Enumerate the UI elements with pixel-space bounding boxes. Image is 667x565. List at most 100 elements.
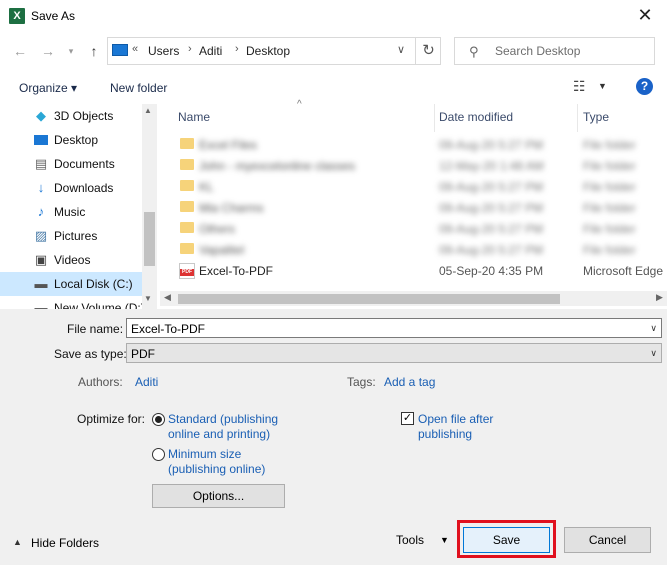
options-button[interactable]: Options... — [152, 484, 285, 508]
chevron-down-icon[interactable]: ∨ — [650, 323, 657, 334]
optimize-standard-label-line2[interactable]: online and printing) — [168, 427, 270, 441]
nav-scrollbar-thumb[interactable] — [144, 212, 155, 266]
file-row[interactable]: KL 09-Aug-20 5:27 PM File folder — [172, 177, 667, 197]
view-options-icon[interactable]: ☷ — [573, 78, 586, 95]
documents-icon: ▤ — [34, 156, 48, 171]
nav-item-label: Music — [54, 205, 86, 219]
organize-menu[interactable]: Organize ▾ — [19, 81, 77, 95]
breadcrumb-aditi[interactable]: Aditi — [199, 44, 222, 58]
column-header-name[interactable]: Name — [178, 110, 210, 124]
nav-item-new-volume-d[interactable]: ▬ New Volume (D:) — [0, 296, 145, 309]
optimize-minimum-label-line2[interactable]: (publishing online) — [168, 462, 265, 476]
nav-item-label: Documents — [54, 157, 115, 171]
nav-item-label: Videos — [54, 253, 91, 267]
folder-icon — [180, 159, 194, 170]
file-date: 09-Aug-20 5:27 PM — [439, 180, 544, 194]
file-name: KL — [199, 180, 214, 194]
column-header-date[interactable]: Date modified — [439, 110, 513, 124]
file-name: Excel Files — [199, 138, 258, 152]
refresh-icon[interactable]: ↻ — [415, 38, 441, 64]
column-divider[interactable] — [434, 104, 435, 132]
authors-label: Authors: — [78, 375, 123, 389]
up-arrow-icon[interactable]: ↑ — [84, 41, 104, 61]
scroll-left-arrow-icon[interactable]: ◀ — [164, 292, 171, 303]
nav-item-local-disk-c[interactable]: ▬ Local Disk (C:) — [0, 272, 142, 296]
nav-item-label: Downloads — [54, 181, 114, 195]
back-arrow-icon[interactable]: ← — [10, 41, 30, 61]
downloads-icon: ↓ — [37, 180, 45, 195]
close-button[interactable]: ✕ — [630, 4, 660, 28]
nav-item-desktop[interactable]: Desktop — [0, 128, 142, 152]
chevron-up-icon[interactable]: ▲ — [13, 537, 22, 547]
column-header-type[interactable]: Type — [583, 110, 609, 124]
excel-icon: X — [9, 8, 25, 24]
file-row[interactable]: Excel Files 09-Aug-20 5:27 PM File folde… — [172, 135, 667, 155]
breadcrumb-users[interactable]: Users — [148, 44, 179, 58]
file-row[interactable]: John - myexcelonline classes 12-May-20 1… — [172, 156, 667, 176]
breadcrumb-overflow[interactable]: « — [132, 43, 138, 55]
authors-value[interactable]: Aditi — [135, 375, 158, 389]
optimize-minimum-radio[interactable] — [152, 448, 165, 461]
file-date: 09-Aug-20 5:27 PM — [439, 201, 544, 215]
chevron-down-icon[interactable]: ∨ — [650, 348, 657, 359]
scroll-up-arrow-icon[interactable]: ▲ — [144, 106, 152, 115]
nav-item-downloads[interactable]: ↓ Downloads — [0, 176, 142, 200]
optimize-standard-radio[interactable] — [152, 413, 165, 426]
open-after-publishing-label-line2[interactable]: publishing — [418, 427, 472, 441]
file-type: File folder — [583, 222, 636, 236]
chevron-right-icon[interactable]: › — [235, 43, 239, 55]
file-type: File folder — [583, 138, 636, 152]
open-after-publishing-label[interactable]: Open file after — [418, 412, 493, 426]
search-input[interactable]: ⚲ Search Desktop — [454, 37, 655, 65]
view-dropdown-icon[interactable]: ▼ — [598, 81, 607, 91]
horizontal-scrollbar-thumb[interactable] — [178, 294, 560, 304]
3d-objects-icon: ◆ — [36, 108, 46, 123]
file-date: 05-Sep-20 4:35 PM — [439, 264, 544, 278]
chevron-right-icon[interactable]: › — [188, 43, 192, 55]
file-name-value: Excel-To-PDF — [131, 322, 206, 336]
breadcrumb-desktop[interactable]: Desktop — [246, 44, 290, 58]
file-name: Excel-To-PDF — [199, 264, 274, 278]
nav-item-videos[interactable]: ▣ Videos — [0, 248, 142, 272]
scroll-right-arrow-icon[interactable]: ▶ — [656, 292, 663, 303]
file-type: File folder — [583, 159, 636, 173]
folder-icon — [180, 243, 194, 254]
file-name: Mia Charms — [199, 201, 264, 215]
scroll-down-arrow-icon[interactable]: ▼ — [144, 294, 152, 303]
file-name-label: File name: — [67, 322, 124, 336]
music-icon: ♪ — [37, 204, 45, 219]
file-row[interactable]: Mia Charms 09-Aug-20 5:27 PM File folder — [172, 198, 667, 218]
help-icon[interactable]: ? — [636, 78, 653, 95]
tools-dropdown-icon[interactable]: ▼ — [440, 535, 449, 545]
cancel-button[interactable]: Cancel — [564, 527, 651, 553]
new-folder-button[interactable]: New folder — [110, 81, 167, 95]
file-name-field[interactable]: Excel-To-PDF ∨ — [126, 318, 662, 338]
optimize-minimum-label[interactable]: Minimum size — [168, 447, 241, 461]
save-button[interactable]: Save — [463, 527, 550, 553]
address-bar[interactable]: « Users › Aditi › Desktop ∨ ↻ — [107, 37, 441, 65]
open-after-publishing-checkbox[interactable]: ✓ — [401, 412, 414, 425]
nav-item-label: 3D Objects — [54, 109, 114, 123]
column-divider[interactable] — [577, 104, 578, 132]
address-dropdown-icon[interactable]: ∨ — [397, 43, 405, 56]
hide-folders-button[interactable]: Hide Folders — [31, 536, 99, 550]
optimize-standard-label[interactable]: Standard (publishing — [168, 412, 278, 426]
forward-arrow-icon[interactable]: → — [38, 41, 58, 61]
search-placeholder: Search Desktop — [495, 44, 581, 58]
nav-scrollbar[interactable] — [142, 104, 157, 309]
nav-item-label: Desktop — [54, 133, 99, 147]
file-row[interactable]: Vapalitel 09-Aug-20 5:27 PM File folder — [172, 240, 667, 260]
file-row-excel-to-pdf[interactable]: PDF Excel-To-PDF 05-Sep-20 4:35 PM Micro… — [172, 261, 667, 281]
nav-item-pictures[interactable]: ▨ Pictures — [0, 224, 142, 248]
desktop-icon — [33, 132, 49, 148]
nav-item-documents[interactable]: ▤ Documents — [0, 152, 142, 176]
nav-item-music[interactable]: ♪ Music — [0, 200, 142, 224]
recent-locations-chevron-icon[interactable]: ▾ — [61, 41, 81, 61]
add-tag-link[interactable]: Add a tag — [384, 375, 435, 389]
save-as-type-select[interactable]: PDF ∨ — [126, 343, 662, 363]
nav-item-3d-objects[interactable]: ◆ 3D Objects — [0, 104, 142, 128]
tools-menu[interactable]: Tools — [396, 533, 424, 547]
file-type: Microsoft Edge — [583, 264, 664, 278]
file-type: File folder — [583, 243, 636, 257]
file-row[interactable]: Others 09-Aug-20 5:27 PM File folder — [172, 219, 667, 239]
